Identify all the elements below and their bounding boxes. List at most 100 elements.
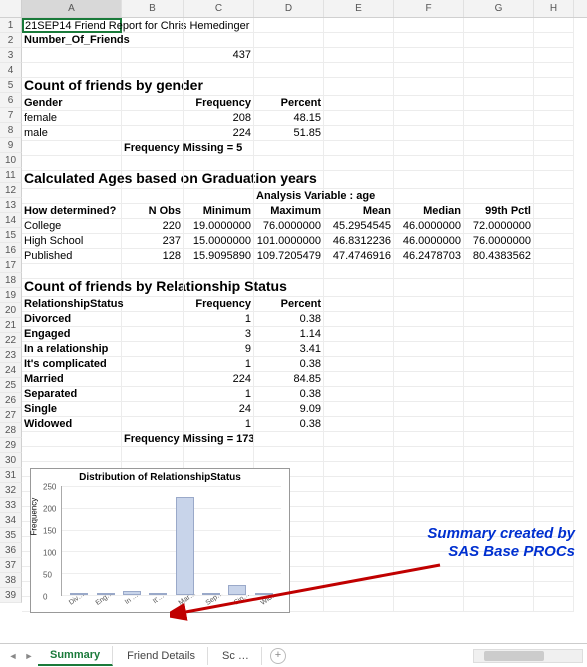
cell[interactable]: 1 (184, 312, 254, 326)
cell[interactable] (394, 297, 464, 311)
cell[interactable] (122, 417, 184, 431)
row-header-12[interactable]: 12 (0, 183, 22, 198)
cell[interactable] (464, 264, 534, 278)
cell[interactable]: Minimum (184, 204, 254, 218)
cell[interactable] (324, 264, 394, 278)
cell[interactable] (122, 264, 184, 278)
cell[interactable] (464, 387, 534, 401)
cell[interactable] (464, 48, 534, 62)
cell[interactable] (534, 63, 574, 77)
row-header-4[interactable]: 4 (0, 63, 22, 78)
cell[interactable] (394, 33, 464, 47)
row-header-33[interactable]: 33 (0, 498, 22, 513)
row-header-15[interactable]: 15 (0, 228, 22, 243)
cell[interactable] (534, 462, 574, 476)
cell[interactable] (464, 111, 534, 125)
cell[interactable]: 72.0000000 (464, 219, 534, 233)
cell[interactable] (534, 342, 574, 356)
cell[interactable] (254, 33, 324, 47)
cell[interactable] (22, 48, 122, 62)
cell[interactable]: Widowed (22, 417, 122, 431)
cell[interactable] (324, 552, 394, 566)
cell[interactable] (254, 78, 324, 95)
cell[interactable]: 99th Pctl (464, 204, 534, 218)
cell[interactable] (534, 402, 574, 416)
row-header-29[interactable]: 29 (0, 438, 22, 453)
row-header-24[interactable]: 24 (0, 363, 22, 378)
cell[interactable] (394, 342, 464, 356)
cell[interactable] (534, 33, 574, 47)
cell[interactable]: 0.38 (254, 387, 324, 401)
cell[interactable] (184, 33, 254, 47)
cell[interactable]: 47.4746916 (324, 249, 394, 263)
cell[interactable] (254, 48, 324, 62)
row-header-35[interactable]: 35 (0, 528, 22, 543)
cell[interactable] (254, 447, 324, 461)
cell[interactable]: female (22, 111, 122, 125)
cell[interactable] (464, 96, 534, 110)
cell[interactable] (464, 597, 534, 611)
cell[interactable] (324, 279, 394, 296)
row-header-28[interactable]: 28 (0, 423, 22, 438)
cell[interactable] (534, 204, 574, 218)
cell[interactable] (254, 264, 324, 278)
col-header-b[interactable]: B (122, 0, 184, 17)
cell[interactable] (394, 582, 464, 596)
cell[interactable] (394, 492, 464, 506)
cell[interactable] (394, 96, 464, 110)
cell[interactable] (394, 156, 464, 170)
cell[interactable] (254, 171, 324, 188)
cell[interactable] (122, 48, 184, 62)
cell[interactable] (394, 387, 464, 401)
cell[interactable] (324, 537, 394, 551)
cell[interactable] (534, 78, 574, 95)
cell[interactable]: Married (22, 372, 122, 386)
cell[interactable]: Frequency Missing = 173 (122, 432, 184, 446)
row-header-3[interactable]: 3 (0, 48, 22, 63)
cell[interactable]: How determined? (22, 204, 122, 218)
cell[interactable] (464, 447, 534, 461)
cell[interactable] (254, 156, 324, 170)
cell[interactable] (534, 189, 574, 203)
cell[interactable]: 76.0000000 (464, 234, 534, 248)
cell[interactable] (394, 417, 464, 431)
cell[interactable] (22, 141, 122, 155)
cell[interactable] (534, 48, 574, 62)
cell[interactable] (324, 462, 394, 476)
cell[interactable]: High School (22, 234, 122, 248)
cell[interactable]: 1.14 (254, 327, 324, 341)
row-header-9[interactable]: 9 (0, 138, 22, 153)
row-header-5[interactable]: 5 (0, 78, 22, 93)
cell[interactable] (254, 432, 324, 446)
cell[interactable] (394, 78, 464, 95)
cell[interactable] (394, 357, 464, 371)
cell[interactable] (464, 492, 534, 506)
cell[interactable]: Frequency (184, 297, 254, 311)
cell[interactable] (534, 111, 574, 125)
cell[interactable] (184, 279, 254, 296)
cell[interactable] (464, 63, 534, 77)
cell[interactable]: In a relationship (22, 342, 122, 356)
cell[interactable] (534, 18, 574, 32)
cell[interactable] (122, 111, 184, 125)
row-header-26[interactable]: 26 (0, 393, 22, 408)
cell[interactable] (324, 156, 394, 170)
cell[interactable] (22, 447, 122, 461)
row-header-36[interactable]: 36 (0, 543, 22, 558)
cell[interactable] (464, 402, 534, 416)
cell[interactable] (184, 141, 254, 155)
col-header-d[interactable]: D (254, 0, 324, 17)
cell[interactable] (464, 327, 534, 341)
cell[interactable] (394, 63, 464, 77)
cell[interactable]: Percent (254, 297, 324, 311)
cell[interactable]: 46.0000000 (394, 219, 464, 233)
cell[interactable]: 0.38 (254, 417, 324, 431)
cell[interactable] (324, 597, 394, 611)
cell[interactable] (394, 447, 464, 461)
row-header-31[interactable]: 31 (0, 468, 22, 483)
row-header-27[interactable]: 27 (0, 408, 22, 423)
horizontal-scrollbar[interactable] (473, 649, 583, 663)
cell[interactable] (464, 462, 534, 476)
row-header-23[interactable]: 23 (0, 348, 22, 363)
cell[interactable]: 237 (122, 234, 184, 248)
